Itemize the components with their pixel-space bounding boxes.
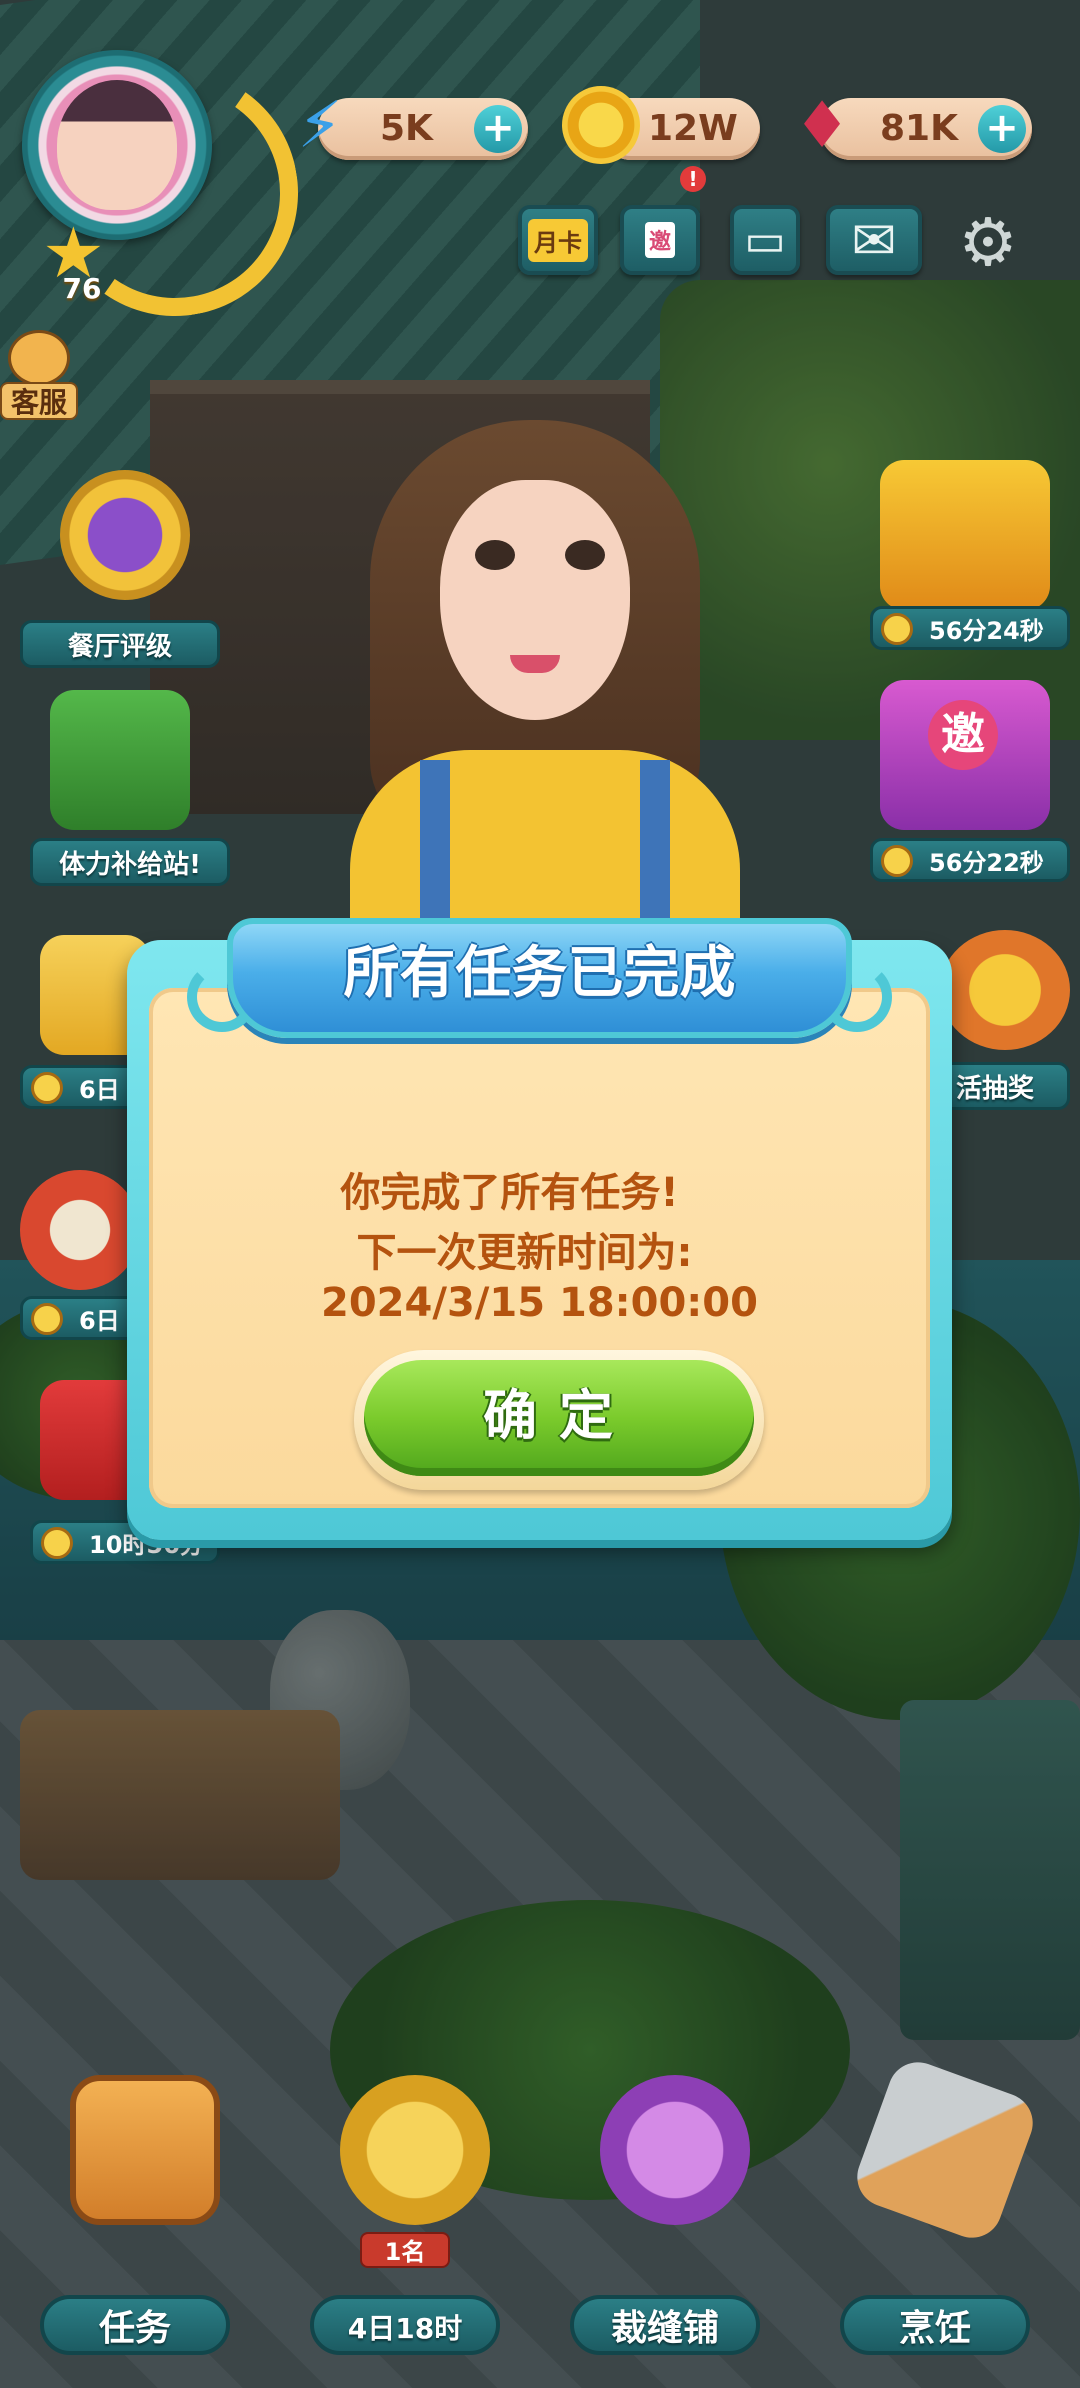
nav-tasks-label: 任务 bbox=[40, 2295, 230, 2355]
gem-counter[interactable]: ♦ 81K + bbox=[793, 89, 1032, 163]
restaurant-rating-button[interactable]: 餐厅评级 bbox=[20, 460, 220, 680]
energy-counter[interactable]: ⚡ 5K + bbox=[298, 89, 528, 163]
rank-badge: 1名 bbox=[360, 2232, 450, 2268]
lottery-wheel-icon bbox=[940, 930, 1070, 1050]
scroll-icon bbox=[70, 2075, 220, 2225]
host-character bbox=[330, 420, 770, 950]
banner-curl-right bbox=[822, 962, 892, 1032]
month-card-label: 月卡 bbox=[528, 218, 588, 262]
invite-gift-timer: 56分22秒 bbox=[870, 838, 1070, 882]
invite-badge: 邀 bbox=[928, 700, 998, 770]
restaurant-rating-label: 餐厅评级 bbox=[20, 620, 220, 668]
dessert-icon bbox=[20, 1170, 140, 1290]
feature-gift-box[interactable]: 56分24秒 bbox=[860, 450, 1070, 680]
clock-icon bbox=[31, 1303, 63, 1335]
gem-value: 81K bbox=[880, 108, 958, 149]
player-level: 76 bbox=[62, 272, 102, 305]
invite-mail-label: 邀 bbox=[644, 222, 675, 258]
dialog-message-line2: 下一次更新时间为: bbox=[356, 1230, 693, 1276]
dialog-message-line1: 你完成了所有任务! bbox=[340, 1170, 679, 1216]
gear-icon: ⚙ bbox=[958, 204, 1018, 281]
confirm-button[interactable]: 确定 bbox=[354, 1350, 764, 1490]
invite-mail-button[interactable]: 邀 bbox=[620, 205, 700, 275]
invite-gift-icon: 邀 bbox=[880, 680, 1050, 830]
energy-value: 5K bbox=[380, 108, 433, 149]
customer-service-button[interactable]: 客服 bbox=[0, 330, 78, 426]
clock-icon bbox=[881, 613, 913, 645]
next-refresh-time: 2024/3/15 18:00:00 bbox=[321, 1280, 758, 1326]
clock-icon bbox=[31, 1072, 63, 1104]
dialog-title: 所有任务已完成 bbox=[343, 941, 736, 1006]
character-eye bbox=[565, 540, 605, 570]
character-eye bbox=[475, 540, 515, 570]
invite-gift-timer-text: 56分22秒 bbox=[929, 849, 1044, 877]
player-avatar[interactable]: ★ 76 bbox=[22, 50, 318, 336]
character-face bbox=[440, 480, 630, 720]
gift-box-timer: 56分24秒 bbox=[870, 606, 1070, 650]
dialog-title-banner: 所有任务已完成 bbox=[227, 918, 852, 1038]
headset-icon bbox=[8, 330, 70, 386]
coin-value: 12W bbox=[648, 108, 738, 149]
book-button[interactable]: ▭ bbox=[730, 205, 800, 275]
tasks-complete-dialog: 你完成了所有任务! 下一次更新时间为: 2024/3/15 18:00:00 确… bbox=[127, 918, 952, 1540]
coin-counter[interactable]: ● 12W bbox=[562, 86, 760, 164]
stamina-station-button[interactable]: 体力补给站! bbox=[20, 690, 230, 910]
feature-invite-gift[interactable]: 邀 56分22秒 bbox=[860, 680, 1070, 900]
event-2-timer: 6日 bbox=[20, 1296, 140, 1340]
trophy-icon bbox=[60, 470, 190, 600]
settings-button[interactable]: ⚙ bbox=[950, 205, 1026, 281]
clock-icon bbox=[41, 1527, 73, 1559]
gift-box-timer-text: 56分24秒 bbox=[929, 617, 1044, 645]
nav-cooking-label: 烹饪 bbox=[840, 2295, 1030, 2355]
add-energy-button[interactable]: + bbox=[474, 105, 522, 153]
month-card-button[interactable]: 月卡 bbox=[518, 205, 598, 275]
notification-badge: ! bbox=[680, 166, 706, 192]
event-1-timer: 6日 bbox=[20, 1065, 140, 1109]
trophy-icon bbox=[340, 2075, 490, 2225]
mail-button[interactable]: ✉ bbox=[826, 205, 922, 275]
nav-ranking-label: 4日18时 bbox=[310, 2295, 500, 2355]
event-1-timer-text: 6日 bbox=[79, 1076, 120, 1104]
fuel-station-icon bbox=[50, 690, 190, 830]
coin-icon: ● bbox=[562, 86, 640, 164]
stamina-station-label: 体力补给站! bbox=[30, 838, 230, 886]
banner-curl-left bbox=[187, 962, 257, 1032]
customer-service-label: 客服 bbox=[0, 382, 78, 420]
lightning-icon: ⚡ bbox=[297, 89, 343, 163]
dialog-body: 你完成了所有任务! 下一次更新时间为: 2024/3/15 18:00:00 确… bbox=[149, 988, 930, 1508]
add-gem-button[interactable]: + bbox=[978, 105, 1026, 153]
confirm-button-label[interactable]: 确定 bbox=[364, 1360, 754, 1476]
sewing-machine-icon bbox=[600, 2075, 750, 2225]
envelope-icon: ✉ bbox=[851, 208, 897, 272]
coin-chest-icon bbox=[880, 460, 1050, 610]
nav-tailor-label: 裁缝铺 bbox=[570, 2295, 760, 2355]
event-2-timer-text: 6日 bbox=[79, 1307, 120, 1335]
gem-icon: ♦ bbox=[793, 89, 851, 163]
clock-icon bbox=[881, 845, 913, 877]
book-icon: ▭ bbox=[744, 214, 786, 266]
